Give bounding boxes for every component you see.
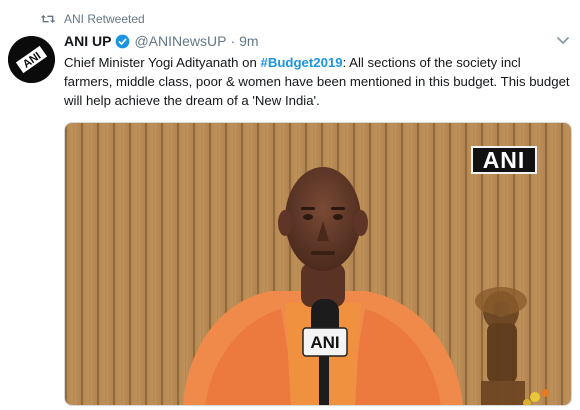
retweet-label: ANI Retweeted: [64, 12, 145, 26]
chevron-down-icon[interactable]: [556, 36, 570, 46]
author-handle[interactable]: @ANINewsUP: [134, 33, 226, 49]
avatar[interactable]: ANI: [8, 36, 55, 83]
tweet-text: Chief Minister Yogi Adityanath on #Budge…: [64, 53, 570, 110]
tweet-timestamp[interactable]: 9m: [239, 33, 258, 49]
ani-watermark: ANI: [471, 146, 537, 174]
mic-label: ANI: [310, 333, 339, 352]
retweet-context: ANI Retweeted: [40, 10, 145, 28]
tweet-text-before: Chief Minister Yogi Adityanath on: [64, 55, 261, 70]
retweet-icon: [40, 15, 56, 23]
separator-dot: ·: [230, 33, 236, 49]
hashtag-link[interactable]: #Budget2019: [260, 55, 342, 70]
author-name[interactable]: ANI UP: [64, 33, 111, 49]
verified-badge-icon: [116, 34, 130, 48]
ani-avatar-logo: ANI: [8, 36, 55, 83]
tweet-media-image[interactable]: ANI ANI: [64, 122, 572, 406]
tweet-header: ANI UP @ANINewsUP · 9m: [64, 32, 259, 50]
